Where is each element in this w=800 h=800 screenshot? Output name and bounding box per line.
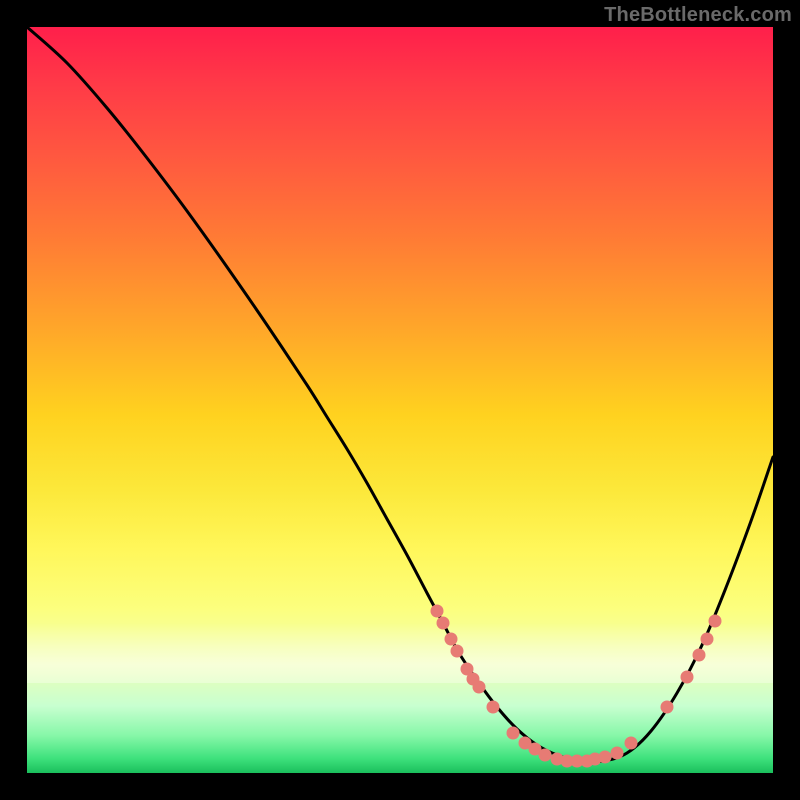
data-marker xyxy=(681,671,694,684)
data-marker xyxy=(539,749,552,762)
plot-area xyxy=(27,27,773,773)
data-marker xyxy=(625,737,638,750)
data-marker xyxy=(599,751,612,764)
watermark-text: TheBottleneck.com xyxy=(604,4,792,27)
bottleneck-curve xyxy=(27,27,773,762)
data-marker xyxy=(451,645,464,658)
data-marker xyxy=(507,727,520,740)
data-marker xyxy=(611,747,624,760)
data-marker xyxy=(445,633,458,646)
data-marker xyxy=(693,649,706,662)
data-marker xyxy=(437,617,450,630)
curve-markers xyxy=(431,605,722,768)
chart-svg xyxy=(27,27,773,773)
data-marker xyxy=(661,701,674,714)
data-marker xyxy=(709,615,722,628)
data-marker xyxy=(431,605,444,618)
data-marker xyxy=(701,633,714,646)
chart-container: TheBottleneck.com xyxy=(0,0,800,800)
data-marker xyxy=(487,701,500,714)
data-marker xyxy=(473,681,486,694)
